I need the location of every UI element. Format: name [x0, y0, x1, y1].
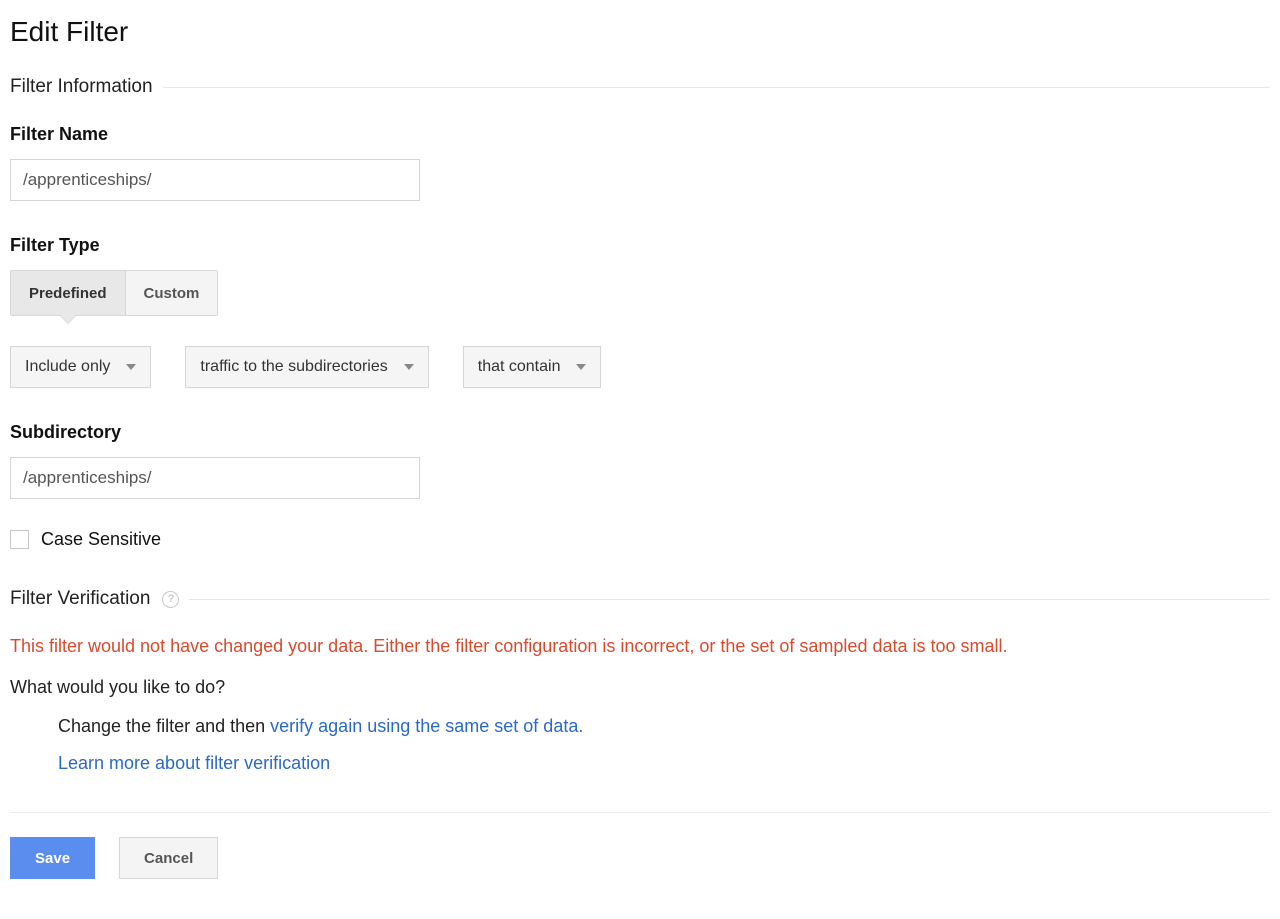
dropdown-label: traffic to the subdirectories: [200, 358, 387, 376]
section-divider: [189, 599, 1270, 600]
dropdown-label: Include only: [25, 358, 110, 376]
option1-prefix: Change the filter and then: [58, 716, 270, 736]
section-filter-verification: Filter Verification ?: [10, 588, 1270, 610]
section-title: Filter Information: [10, 76, 153, 98]
match-expression-dropdown[interactable]: that contain: [463, 346, 602, 388]
chevron-down-icon: [126, 364, 136, 370]
verification-prompt: What would you like to do?: [10, 677, 1270, 698]
toggle-predefined[interactable]: Predefined: [11, 271, 125, 315]
case-sensitive-label: Case Sensitive: [41, 529, 161, 550]
chevron-down-icon: [576, 364, 586, 370]
filter-type-toggle: Predefined Custom: [10, 270, 218, 316]
footer-divider: [10, 812, 1270, 813]
filter-dropdown-row: Include only traffic to the subdirectori…: [10, 346, 1270, 388]
verification-warning: This filter would not have changed your …: [10, 636, 1270, 657]
section-filter-information: Filter Information: [10, 76, 1270, 98]
case-sensitive-checkbox[interactable]: [10, 530, 29, 549]
filter-name-label: Filter Name: [10, 124, 1270, 145]
help-icon[interactable]: ?: [162, 591, 179, 608]
section-title: Filter Verification: [10, 588, 150, 610]
traffic-source-dropdown[interactable]: traffic to the subdirectories: [185, 346, 428, 388]
subdirectory-input[interactable]: [10, 457, 420, 499]
save-button[interactable]: Save: [10, 837, 95, 879]
verification-option-2: Learn more about filter verification: [10, 753, 1270, 774]
subdirectory-label: Subdirectory: [10, 422, 1270, 443]
include-exclude-dropdown[interactable]: Include only: [10, 346, 151, 388]
toggle-custom[interactable]: Custom: [125, 271, 218, 315]
verification-option-1: Change the filter and then verify again …: [10, 716, 1270, 737]
chevron-down-icon: [404, 364, 414, 370]
cancel-button[interactable]: Cancel: [119, 837, 218, 879]
filter-name-input[interactable]: [10, 159, 420, 201]
dropdown-label: that contain: [478, 358, 561, 376]
learn-more-link[interactable]: Learn more about filter verification: [58, 753, 330, 773]
section-divider: [163, 87, 1270, 88]
page-title: Edit Filter: [10, 16, 1270, 48]
action-buttons: Save Cancel: [10, 837, 1270, 879]
filter-type-label: Filter Type: [10, 235, 1270, 256]
verify-again-link[interactable]: verify again using the same set of data.: [270, 716, 583, 736]
